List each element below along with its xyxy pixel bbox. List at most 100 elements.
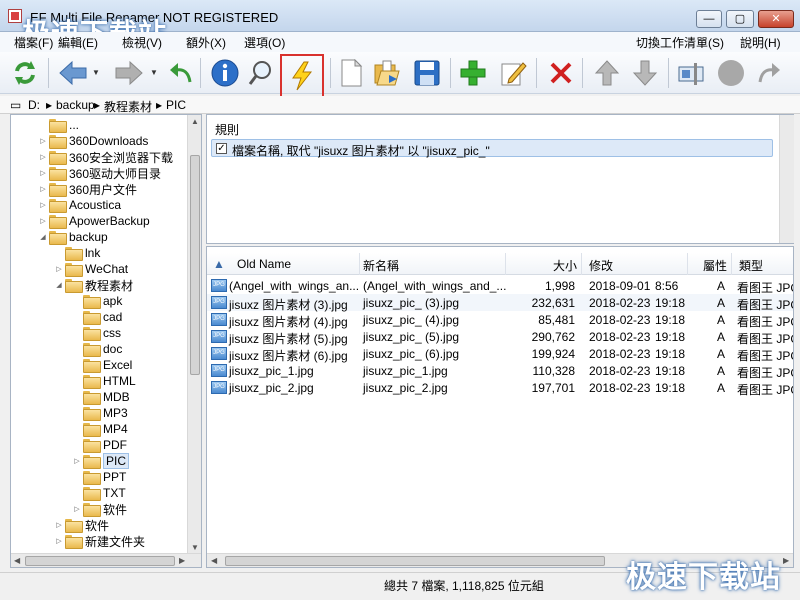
move-down-button[interactable] (628, 56, 662, 90)
rule-row[interactable]: ✓ 檔案名稱, 取代 "jisuxz 图片素材" 以 "jisuxz_pic_" (211, 139, 773, 158)
tree-item[interactable]: ▷ 360用户文件 (39, 181, 137, 197)
execute-button[interactable] (280, 54, 324, 98)
col-modified[interactable]: 修改 (589, 257, 613, 274)
tree-item[interactable]: ▷ PIC (73, 453, 130, 469)
tree-item[interactable]: ◢ 教程素材 (55, 277, 133, 293)
tree-item[interactable]: PDF (73, 437, 127, 453)
settings-button[interactable] (674, 56, 708, 90)
table-row[interactable]: JPG jisuxz 图片素材 (3).jpg jisuxz_pic_ (3).jp… (207, 294, 793, 312)
tree-item[interactable]: ▷ 360Downloads (39, 133, 148, 149)
tree-item[interactable]: MDB (73, 389, 130, 405)
collapsed-arrow-icon[interactable]: ▷ (73, 457, 81, 465)
scroll-right-icon[interactable]: ▶ (783, 556, 789, 565)
tree-item[interactable]: MP3 (73, 405, 128, 421)
col-new-name[interactable]: 新名稱 (363, 257, 399, 274)
collapsed-arrow-icon[interactable]: ▷ (39, 153, 47, 161)
scroll-left-icon[interactable]: ◀ (14, 556, 20, 565)
forward-button[interactable] (112, 56, 146, 90)
maximize-button[interactable]: ▢ (726, 10, 754, 28)
menu-extra[interactable]: 額外(X) (186, 34, 226, 51)
tree-item[interactable]: ▷ 软件 (73, 501, 127, 517)
collapsed-arrow-icon[interactable]: ▷ (39, 217, 47, 225)
breadcrumb-tutorial[interactable]: 教程素材 (104, 98, 152, 115)
tree-item[interactable]: ▷ 新建文件夹 (55, 533, 145, 549)
minimize-button[interactable]: — (696, 10, 722, 28)
tree-item[interactable]: ▷ 360驱动大师目录 (39, 165, 161, 181)
table-row[interactable]: JPG jisuxz 图片素材 (6).jpg jisuxz_pic_ (6).jp… (207, 345, 793, 363)
search-button[interactable] (244, 56, 278, 90)
tree-item[interactable]: HTML (73, 373, 136, 389)
back-dropdown-icon[interactable]: ▼ (92, 68, 100, 77)
scroll-down-icon[interactable]: ▼ (191, 543, 199, 552)
refresh-button[interactable] (8, 56, 42, 90)
table-row[interactable]: JPG jisuxz 图片素材 (5).jpg jisuxz_pic_ (5).jp… (207, 328, 793, 346)
info-button[interactable] (208, 56, 242, 90)
menu-options[interactable]: 選項(O) (244, 34, 285, 51)
tree-vertical-scrollbar[interactable]: ▲ ▼ (187, 115, 201, 555)
tree-item[interactable]: doc (73, 341, 122, 357)
table-row[interactable]: JPG jisuxz 图片素材 (4).jpg jisuxz_pic_ (4).jp… (207, 311, 793, 329)
rule-checkbox[interactable]: ✓ (216, 143, 227, 154)
sort-asc-icon[interactable]: ▲ (213, 257, 225, 271)
rules-vertical-scrollbar[interactable] (779, 115, 794, 243)
breadcrumb-pic[interactable]: PIC (166, 98, 186, 112)
collapsed-arrow-icon[interactable]: ▷ (39, 185, 47, 193)
collapsed-arrow-icon[interactable]: ▷ (39, 201, 47, 209)
tree-item[interactable]: ▷ 360安全浏览器下载 (39, 149, 173, 165)
tree-item[interactable]: apk (73, 293, 122, 309)
menu-view[interactable]: 檢視(V) (122, 34, 162, 51)
tree-hscroll-thumb[interactable] (25, 556, 175, 566)
collapsed-arrow-icon[interactable]: ▷ (39, 137, 47, 145)
undo-button[interactable] (164, 56, 198, 90)
redo-button[interactable] (752, 56, 786, 90)
tree-item[interactable]: ▷ WeChat (55, 261, 128, 277)
menu-edit[interactable]: 編輯(E) (58, 34, 98, 51)
tree-item[interactable]: MP4 (73, 421, 128, 437)
table-row[interactable]: JPG (Angel_with_wings_an... (Angel_with_wi… (207, 277, 793, 295)
open-button[interactable] (370, 56, 404, 90)
col-old-name[interactable]: Old Name (237, 257, 291, 271)
tree-horizontal-scrollbar[interactable]: ◀ ▶ (11, 553, 201, 567)
tree-item[interactable]: TXT (73, 485, 126, 501)
back-button[interactable] (56, 56, 90, 90)
col-size[interactable]: 大小 (553, 257, 577, 274)
tree-item[interactable]: ... (39, 117, 79, 133)
tree-item[interactable]: PPT (73, 469, 126, 485)
edit-button[interactable] (496, 56, 530, 90)
col-type[interactable]: 類型 (739, 257, 763, 274)
collapsed-arrow-icon[interactable]: ▷ (39, 169, 47, 177)
menu-help[interactable]: 說明(H) (740, 34, 781, 51)
files-hscroll-thumb[interactable] (225, 556, 605, 566)
expanded-arrow-icon[interactable]: ◢ (55, 281, 63, 289)
collapsed-arrow-icon[interactable]: ▷ (55, 537, 63, 545)
tree-item[interactable]: ▷ ApowerBackup (39, 213, 150, 229)
close-button[interactable]: ✕ (758, 10, 794, 28)
delete-button[interactable] (544, 56, 578, 90)
save-button[interactable] (410, 56, 444, 90)
record-button[interactable] (714, 56, 748, 90)
breadcrumb-drive[interactable]: D: (28, 98, 40, 112)
col-attr[interactable]: 屬性 (703, 257, 727, 274)
table-row[interactable]: JPG jisuxz_pic_2.jpg jisuxz_pic_2.jpg 197,7… (207, 379, 793, 397)
tree-item[interactable]: cad (73, 309, 122, 325)
scroll-left-icon[interactable]: ◀ (211, 556, 217, 565)
tree-item[interactable]: lnk (55, 245, 100, 261)
table-row[interactable]: JPG jisuxz_pic_1.jpg jisuxz_pic_1.jpg 110,3… (207, 362, 793, 380)
tree-item[interactable]: css (73, 325, 121, 341)
tree-item[interactable]: Excel (73, 357, 132, 373)
menu-switch-worklist[interactable]: 切換工作清單(S) (636, 34, 724, 51)
collapsed-arrow-icon[interactable]: ▷ (73, 505, 81, 513)
collapsed-arrow-icon[interactable]: ▷ (55, 521, 63, 529)
tree-scroll-thumb[interactable] (190, 155, 200, 375)
tree-item[interactable]: ▷ Acoustica (39, 197, 121, 213)
collapsed-arrow-icon[interactable]: ▷ (55, 265, 63, 273)
scroll-right-icon[interactable]: ▶ (179, 556, 185, 565)
forward-dropdown-icon[interactable]: ▼ (150, 68, 158, 77)
menu-file[interactable]: 檔案(F) (14, 34, 53, 51)
move-up-button[interactable] (590, 56, 624, 90)
expanded-arrow-icon[interactable]: ◢ (39, 233, 47, 241)
tree-item[interactable]: ◢ backup (39, 229, 108, 245)
breadcrumb-backup[interactable]: backup (56, 98, 95, 112)
scroll-up-icon[interactable]: ▲ (191, 117, 199, 126)
add-button[interactable] (456, 56, 490, 90)
